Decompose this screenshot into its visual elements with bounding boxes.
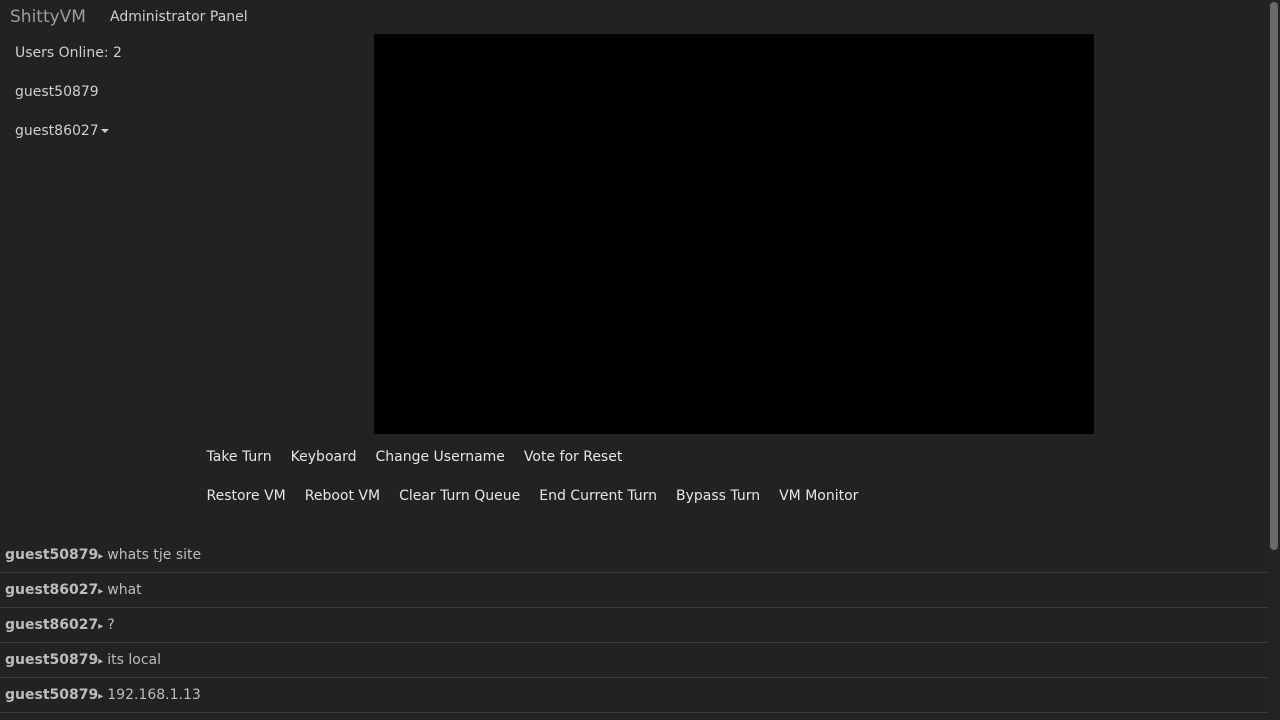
admin-panel-link[interactable]: Administrator Panel <box>110 9 248 25</box>
chat-username[interactable]: guest50879 <box>5 547 98 563</box>
chat-text: ? <box>107 617 115 633</box>
scrollbar-thumb[interactable] <box>1270 2 1278 550</box>
admin-controls: Restore VM Reboot VM Clear Turn Queue En… <box>197 486 868 506</box>
brand-link[interactable]: ShittyVM <box>10 7 86 27</box>
chat-text: whats tje site <box>107 547 202 563</box>
user-list-item[interactable]: guest86027 <box>15 123 109 139</box>
arrow-right-icon: ▸ <box>98 656 104 667</box>
navbar: ShittyVM Administrator Panel <box>0 0 1268 34</box>
page: ShittyVM Administrator Panel Users Onlin… <box>0 0 1280 720</box>
chat-text: what <box>107 582 142 598</box>
vm-monitor-button[interactable]: VM Monitor <box>770 486 868 506</box>
restore-vm-button[interactable]: Restore VM <box>197 486 295 506</box>
chat-username[interactable]: guest50879 <box>5 687 98 703</box>
turn-controls: Take Turn Keyboard Change Username Vote … <box>197 447 632 467</box>
reboot-vm-button[interactable]: Reboot VM <box>295 486 389 506</box>
caret-down-icon <box>100 129 109 133</box>
keyboard-button[interactable]: Keyboard <box>281 447 366 467</box>
chat-text: its local <box>107 652 161 668</box>
end-current-turn-button[interactable]: End Current Turn <box>530 486 667 506</box>
arrow-right-icon: ▸ <box>98 551 104 562</box>
user-name: guest86027 <box>15 123 99 139</box>
users-online-count: Users Online: 2 <box>15 45 122 61</box>
chat-message: guest86027▸? <box>0 608 1268 643</box>
arrow-right-icon: ▸ <box>98 691 104 702</box>
bypass-turn-button[interactable]: Bypass Turn <box>667 486 770 506</box>
chat-log: guest50879▸ whats tje site guest86027▸ wha… <box>0 538 1268 713</box>
chat-text: 192.168.1.13 <box>107 687 201 703</box>
chat-message: guest50879▸ its local <box>0 643 1268 678</box>
vm-display[interactable] <box>374 34 1094 434</box>
clear-turn-queue-button[interactable]: Clear Turn Queue <box>390 486 530 506</box>
page-scrollbar[interactable] <box>1268 0 1280 720</box>
arrow-right-icon: ▸ <box>98 586 104 597</box>
take-turn-button[interactable]: Take Turn <box>197 447 281 467</box>
user-name: guest50879 <box>15 84 99 100</box>
vote-for-reset-button[interactable]: Vote for Reset <box>514 447 631 467</box>
chat-username[interactable]: guest86027 <box>5 617 98 633</box>
chat-username[interactable]: guest50879 <box>5 652 98 668</box>
user-list-item[interactable]: guest50879 <box>15 84 99 100</box>
chat-message: guest50879▸ 192.168.1.13 <box>0 678 1268 713</box>
chat-username[interactable]: guest86027 <box>5 582 98 598</box>
chat-message: guest50879▸ whats tje site <box>0 538 1268 573</box>
change-username-button[interactable]: Change Username <box>366 447 514 467</box>
arrow-right-icon: ▸ <box>98 621 104 632</box>
chat-message: guest86027▸ what <box>0 573 1268 608</box>
